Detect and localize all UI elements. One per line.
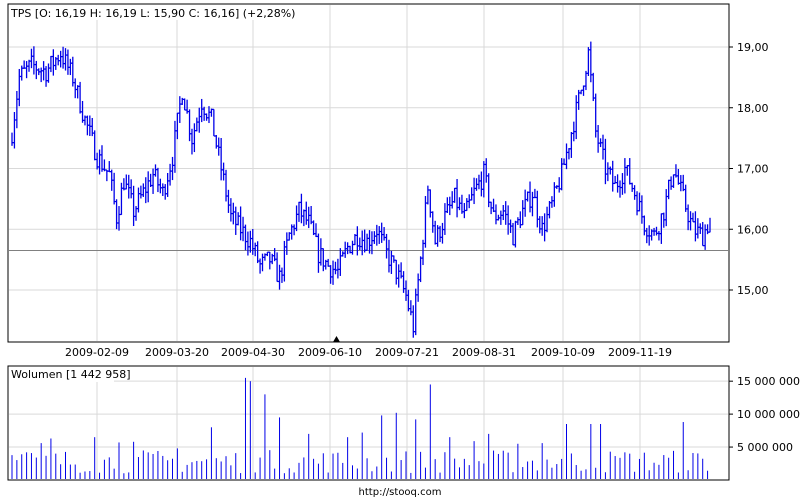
ticker-label: TPS <box>10 7 31 20</box>
x-tick-label: 2009-04-30 <box>221 346 285 359</box>
volume-y-tick-label: 10 000 000 <box>737 408 800 421</box>
volume-y-tick-label: 5 000 000 <box>737 441 793 454</box>
x-tick-label: 2009-03-20 <box>145 346 209 359</box>
price-y-tick-label: 19,00 <box>737 41 769 54</box>
x-tick-label: 2009-08-31 <box>452 346 516 359</box>
x-tick-label: 2009-11-19 <box>608 346 672 359</box>
volume-panel <box>7 365 730 481</box>
volume-header: Wolumen [1 442 958] <box>11 368 131 381</box>
price-y-axis: 15,00 16,00 17,00 18,00 19,00 <box>729 41 769 297</box>
x-tick-label: 2009-06-10 <box>298 346 362 359</box>
x-tick-label: 2009-10-09 <box>531 346 595 359</box>
price-header: TPS [O: 16,19 H: 16,19 L: 15,90 C: 16,16… <box>10 7 295 20</box>
price-panel <box>7 3 730 343</box>
price-y-tick-label: 15,00 <box>737 284 769 297</box>
x-tick-label: 2009-02-09 <box>65 346 129 359</box>
x-axis: 2009-02-09 2009-03-20 2009-04-30 2009-06-10… <box>65 346 672 359</box>
quote-label: [O: 16,19 H: 16,19 L: 15,90 C: 16,16] (+… <box>35 7 296 20</box>
stock-chart: 15,0016,0017,0018,0019,00 2009-02-09 2009… <box>7 3 800 498</box>
volume-y-axis: 5 000 000 10 000 000 15 000 000 <box>729 375 800 454</box>
volume-label: Wolumen <box>11 368 62 381</box>
volume-value: [1 442 958] <box>66 368 131 381</box>
price-y-tick-label: 18,00 <box>737 102 769 115</box>
price-y-tick-label: 17,00 <box>737 163 769 176</box>
volume-y-tick-label: 15 000 000 <box>737 375 800 388</box>
x-tick-label: 2009-07-21 <box>375 346 439 359</box>
source-footer[interactable]: http://stooq.com <box>359 487 442 498</box>
price-y-tick-label: 16,00 <box>737 223 769 236</box>
